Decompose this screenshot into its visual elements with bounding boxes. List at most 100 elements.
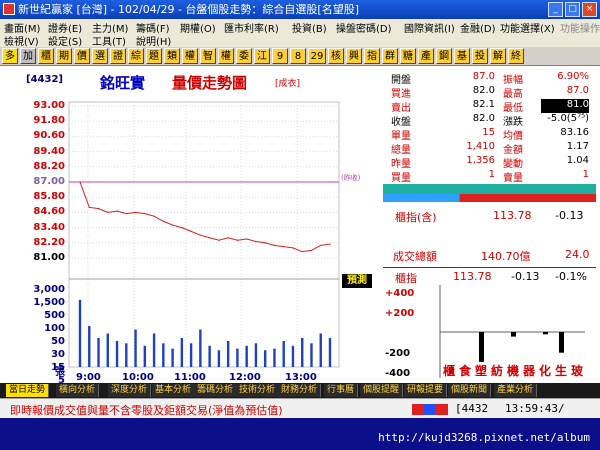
title-bar: 新世紀贏家 [台灣] - 102/04/29 - 台盤個股走勢：綜合自選股[名望… — [0, 0, 600, 19]
quote-value: 1 — [488, 169, 495, 180]
watermark-strip: http://kujd3268.pixnet.net/album — [0, 418, 600, 450]
tab-9[interactable]: 研報提要 — [404, 384, 448, 397]
tab-11[interactable]: 產業分析 — [494, 384, 538, 397]
toolbar-btn-9[interactable]: 類 — [164, 48, 180, 64]
toolbar-btn-23[interactable]: 產 — [418, 48, 434, 64]
quote-value: -5.0(5⁷⁵) — [547, 113, 589, 124]
chart-title: 量價走勢圖 — [172, 74, 248, 92]
toolbar-btn-17[interactable]: 29 — [308, 48, 326, 64]
toolbar-btn-15[interactable]: 9 — [272, 48, 288, 64]
toolbar-btn-6[interactable]: 證 — [110, 48, 126, 64]
menu-function-ops[interactable]: 功能操作(A) — [560, 20, 600, 35]
quote-label: 賣出 — [391, 103, 411, 114]
quote-label: 開盤 — [391, 75, 411, 86]
maximize-button[interactable]: □ — [565, 2, 580, 17]
quote-label: 最低 — [503, 103, 523, 114]
price-axis-label: 89.40 — [33, 145, 65, 157]
menu-tools[interactable]: 工具(T) — [92, 33, 126, 48]
menu-forex[interactable]: 匯市利率(R) — [224, 20, 279, 35]
toolbar-btn-4[interactable]: 價 — [74, 48, 90, 64]
quote-label: 單量 — [391, 131, 411, 142]
toolbar-btn-10[interactable]: 權 — [182, 48, 198, 64]
volume-axis-label: 3,000 — [33, 284, 65, 295]
menu-settings[interactable]: 設定(S) — [48, 33, 82, 48]
quote-value: 1,356 — [466, 155, 495, 166]
tab-7[interactable]: 行事曆 — [324, 384, 359, 397]
stock-code: [4432] — [26, 74, 63, 85]
quote-label: 金額 — [503, 145, 523, 156]
toolbar-btn-20[interactable]: 指 — [364, 48, 380, 64]
toolbar-btn-19[interactable]: 興 — [346, 48, 362, 64]
volume-axis-label: 50 — [51, 336, 65, 347]
app-window: { "window":{"title":"新世紀贏家 [台灣] - 102/04… — [0, 0, 600, 450]
index-value: 113.78 — [493, 209, 532, 222]
toolbar-btn-25[interactable]: 基 — [454, 48, 470, 64]
close-button[interactable]: × — [582, 2, 597, 17]
price-axis-label: 90.60 — [33, 130, 65, 142]
price-axis-label: 88.20 — [33, 160, 65, 172]
toolbar-btn-0[interactable]: 多 — [2, 48, 18, 64]
menu-help[interactable]: 說明(H) — [136, 33, 171, 48]
quote-value: 87.0 — [472, 71, 495, 82]
toolbar-btn-2[interactable]: 櫃 — [38, 48, 54, 64]
quote-label: 總量 — [391, 145, 411, 156]
quote-panel: 開盤 87.0 振幅 6.90% 買進 82.0 最高 87.0 賣出 82.1 最低 81.0 收盤 8… — [383, 66, 596, 383]
toolbar-btn-28[interactable]: 終 — [508, 48, 524, 64]
toolbar-btn-5[interactable]: 選 — [92, 48, 108, 64]
toolbar-btn-22[interactable]: 糖 — [400, 48, 416, 64]
toolbar-btn-21[interactable]: 群 — [382, 48, 398, 64]
quote-value: 82.0 — [472, 113, 495, 124]
toolbar-btn-24[interactable]: 鋼 — [436, 48, 452, 64]
quote-label: 漲跌 — [503, 117, 523, 128]
menu-invest[interactable]: 投資(B) — [292, 20, 327, 35]
toolbar-btn-8[interactable]: 題 — [146, 48, 162, 64]
sector-axis-label: -200 — [385, 348, 411, 359]
minimize-button[interactable]: _ — [548, 2, 563, 17]
tab-4[interactable]: 籌碼分析 — [194, 384, 238, 397]
watermark-text: http://kujd3268.pixnet.net/album — [378, 431, 590, 444]
toolbar-btn-26[interactable]: 投 — [472, 48, 488, 64]
tab-3[interactable]: 基本分析 — [152, 384, 196, 397]
menu-view[interactable]: 檢視(V) — [4, 33, 39, 48]
toolbar-btn-1[interactable]: 加 — [20, 48, 36, 64]
tab-8[interactable]: 個股提醒 — [360, 384, 404, 397]
price-axis-label: 84.60 — [33, 206, 65, 218]
sector-name: 紡 — [491, 364, 504, 378]
time-axis-label: 13:00 — [285, 372, 317, 383]
tab-2[interactable]: 深度分析 — [108, 384, 152, 397]
menu-finance[interactable]: 金融(D) — [460, 20, 496, 35]
toolbar-btn-7[interactable]: 綜 — [128, 48, 144, 64]
tab-5[interactable]: 技術分析 — [236, 384, 280, 397]
sector-name: 生 — [555, 364, 568, 378]
divider — [383, 267, 596, 268]
window-title: 新世紀贏家 [台灣] - 102/04/29 - 台盤個股走勢：綜合自選股[名望… — [18, 3, 359, 16]
toolbar-btn-18[interactable]: 核 — [328, 48, 344, 64]
menu-options[interactable]: 期權(O) — [180, 20, 216, 35]
menu-intl-info[interactable]: 國際資訊(I) — [404, 20, 455, 35]
tab-10[interactable]: 個股新聞 — [448, 384, 492, 397]
sector-index-percent: -0.1% — [555, 270, 587, 283]
quote-value: 1 — [582, 169, 589, 180]
toolbar-btn-27[interactable]: 解 — [490, 48, 506, 64]
menu-trading-code[interactable]: 操盤密碼(D) — [336, 20, 392, 35]
sector-name: 化 — [539, 364, 552, 378]
volume-axis-label: 1,500 — [33, 297, 65, 308]
sector-axis-label: +400 — [385, 288, 415, 299]
stock-name: 銘旺實 — [100, 74, 146, 92]
sector-axis-label: -400 — [385, 368, 411, 379]
toolbar-btn-11[interactable]: 智 — [200, 48, 216, 64]
quote-value: 82.0 — [472, 85, 495, 96]
toolbar-btn-3[interactable]: 期 — [56, 48, 72, 64]
toolbar-btn-16[interactable]: 8 — [290, 48, 306, 64]
toolbar-btn-12[interactable]: 權 — [218, 48, 234, 64]
menu-function-select[interactable]: 功能選擇(X) — [500, 20, 555, 35]
forecast-button[interactable]: 預測 — [342, 274, 372, 288]
tab-6[interactable]: 財務分析 — [278, 384, 322, 397]
status-clock: 13:59:43/ — [505, 402, 565, 415]
bid-ask-bar — [383, 184, 596, 194]
toolbar-btn-13[interactable]: 委 — [236, 48, 252, 64]
status-code: [4432 — [455, 402, 489, 415]
toolbar-btn-14[interactable]: 江 — [254, 48, 270, 64]
quote-label: 昨量 — [391, 159, 411, 170]
bid-ask-strength-bar — [383, 194, 596, 202]
